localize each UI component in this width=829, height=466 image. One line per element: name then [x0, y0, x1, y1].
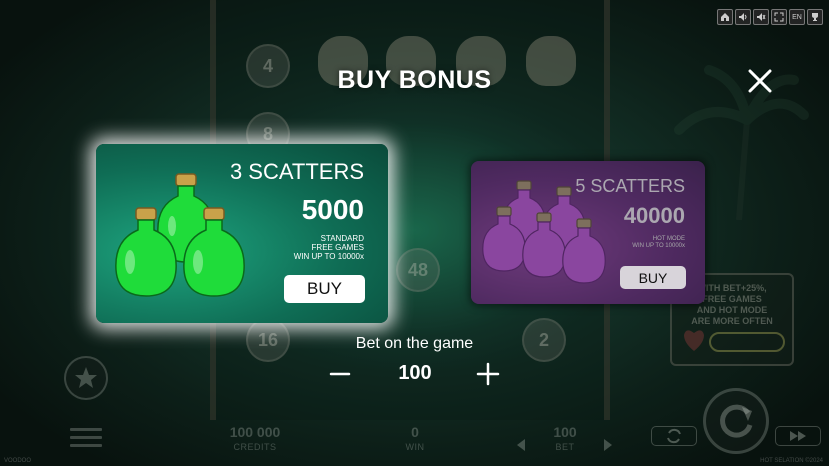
- minus-icon[interactable]: [326, 360, 354, 388]
- reel-symbol-label: 48: [407, 259, 429, 280]
- bonus-option-5-scatters[interactable]: 5 SCATTERS 40000 HOT MODE WIN UP TO 1000…: [471, 161, 705, 304]
- close-icon[interactable]: [745, 66, 775, 96]
- win-label: WIN: [405, 442, 425, 452]
- reel-symbol: 48: [396, 248, 440, 292]
- home-icon[interactable]: [717, 9, 733, 25]
- buy-button[interactable]: BUY: [620, 266, 686, 289]
- reel-symbol-label: 8: [262, 123, 273, 144]
- option-description-line: WIN UP TO 10000x: [293, 252, 364, 261]
- option-description-line: FREE GAMES: [311, 243, 364, 252]
- bet-plus-line: AND HOT MODE: [696, 305, 768, 315]
- volume-icon[interactable]: [735, 9, 751, 25]
- plus-icon[interactable]: [474, 360, 502, 388]
- credits-value: 100 000: [229, 424, 281, 440]
- option-description: STANDARD FREE GAMES WIN UP TO 10000x: [294, 234, 364, 261]
- bet-increase-icon[interactable]: [602, 438, 614, 452]
- purple-potion-bottles-icon: [482, 180, 606, 284]
- favorite-button[interactable]: [64, 356, 108, 400]
- bet-value: 100: [398, 362, 432, 384]
- option-description: HOT MODE WIN UP TO 10000x: [632, 236, 685, 250]
- bet-plus-line: ARE MORE OFTEN: [691, 316, 773, 326]
- bet-decrease-icon[interactable]: [515, 438, 527, 452]
- sound-effects-icon[interactable]: [753, 9, 769, 25]
- credits-label: CREDITS: [233, 442, 277, 452]
- star-icon: [75, 367, 97, 388]
- option-description-line: WIN UP TO 10000x: [632, 243, 685, 249]
- option-price: 40000: [623, 203, 685, 228]
- menu-icon[interactable]: [70, 428, 102, 448]
- fullscreen-icon[interactable]: [771, 9, 787, 25]
- bottom-hud: 100 000 CREDITS 0 WIN 100 BET: [0, 418, 829, 466]
- top-toolbar: EN: [717, 9, 823, 25]
- buy-button[interactable]: BUY: [284, 275, 365, 303]
- bonus-option-3-scatters[interactable]: 3 SCATTERS 5000 STANDARD FREE GAMES WIN …: [96, 144, 388, 323]
- win-value: 0: [411, 424, 419, 440]
- hud-bet-value: 100: [553, 424, 577, 440]
- option-description-line: HOT MODE: [652, 236, 685, 242]
- language-button[interactable]: EN: [789, 9, 805, 25]
- option-scatters-label: 3 SCATTERS: [229, 159, 364, 184]
- game-name: VOODOO: [4, 458, 32, 464]
- option-price: 5000: [301, 194, 364, 225]
- bet-label: Bet on the game: [355, 335, 474, 352]
- hud-bet-label: BET: [555, 442, 575, 452]
- bet-stepper: 100: [326, 360, 506, 388]
- modal-title: BUY BONUS: [337, 66, 492, 94]
- copyright: HOT SELATION ©2024: [760, 458, 823, 464]
- trophy-icon[interactable]: [807, 9, 823, 25]
- option-scatters-label: 5 SCATTERS: [575, 176, 685, 196]
- option-description-line: STANDARD: [320, 234, 364, 243]
